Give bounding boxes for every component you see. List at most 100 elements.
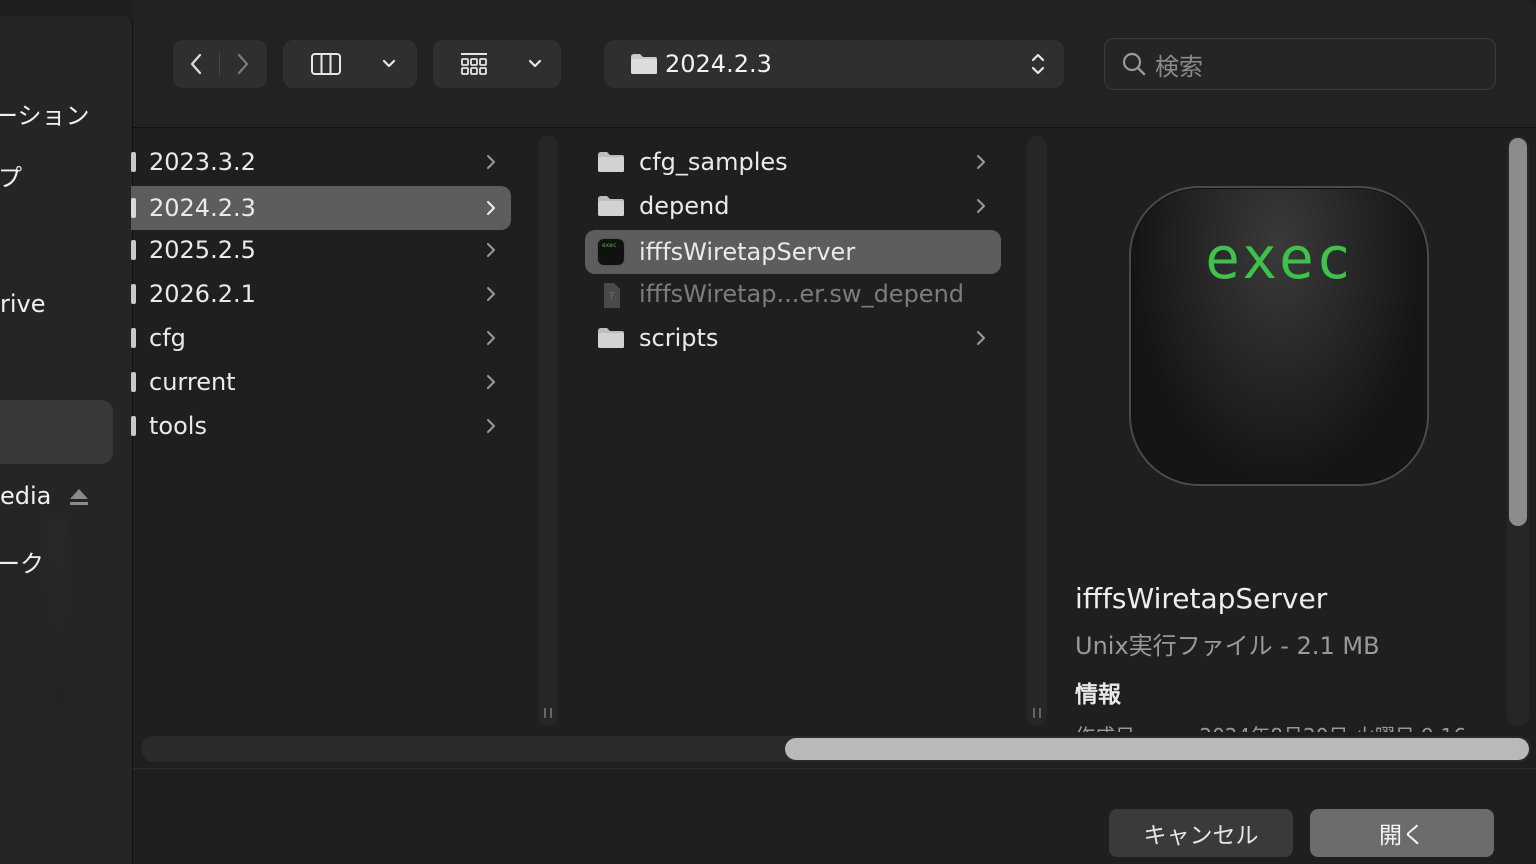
folder-icon — [131, 328, 136, 348]
sidebar-item-media[interactable]: edia — [0, 482, 51, 510]
toolbar: 2024.2.3 検索 — [133, 0, 1536, 128]
scrollbar-thumb[interactable] — [785, 738, 1529, 760]
list-item-folder-selected[interactable]: 2024.2.3 — [131, 186, 511, 230]
item-label: 2023.3.2 — [149, 148, 256, 176]
list-item-folder[interactable]: 2023.3.2 — [131, 140, 511, 184]
current-folder-name: 2024.2.3 — [665, 50, 772, 78]
group-by-button[interactable] — [433, 40, 561, 88]
folder-icon — [131, 284, 136, 304]
column-resize-handle[interactable] — [1027, 136, 1047, 726]
column-view-icon — [311, 53, 341, 75]
preview-file-name: ifffsWiretapServer — [1075, 582, 1328, 615]
nav-button-group — [173, 40, 267, 88]
column-resize-handle[interactable] — [538, 136, 558, 726]
group-toggle[interactable] — [433, 40, 515, 88]
forward-button[interactable] — [220, 40, 266, 88]
dialog-footer: キャンセル 開く — [133, 768, 1536, 864]
sidebar-scroll-shadow — [48, 516, 68, 706]
sidebar-item-drive[interactable]: rive — [0, 290, 46, 318]
preview-created-row: 作成日 2024年8月20日 火曜日 9:16 — [1075, 720, 1495, 732]
created-value: 2024年8月20日 火曜日 9:16 — [1199, 720, 1466, 732]
sidebar-item-selected[interactable] — [0, 400, 113, 464]
exec-preview-icon: exec — [1129, 186, 1429, 486]
folder-icon — [131, 152, 136, 172]
sidebar-item-desktop[interactable]: プ — [0, 158, 22, 193]
list-item-folder[interactable]: tools — [131, 404, 511, 448]
list-item-folder[interactable]: 2026.2.1 — [131, 272, 511, 316]
chevron-right-icon — [237, 53, 249, 75]
sidebar-item-label: edia — [0, 482, 52, 510]
scrollbar-thumb[interactable] — [1509, 138, 1527, 526]
list-item-folder[interactable]: cfg — [131, 316, 511, 360]
list-item-folder[interactable]: 2025.2.5 — [131, 228, 511, 272]
eject-icon[interactable] — [68, 486, 90, 508]
search-field[interactable]: 検索 — [1104, 38, 1496, 90]
grip-icon — [544, 708, 552, 718]
view-menu-dropdown[interactable] — [369, 40, 409, 88]
horizontal-scrollbar[interactable] — [141, 736, 1531, 762]
file-open-dialog: ーション プ rive edia ーク 2024.2.3 検索 2023.3.2… — [0, 0, 1536, 864]
chevron-right-icon — [487, 201, 495, 215]
item-label: tools — [149, 412, 207, 440]
item-label: ifffsWiretapServer — [639, 238, 856, 266]
created-label: 作成日 — [1075, 720, 1193, 732]
search-placeholder: 検索 — [1155, 52, 1203, 81]
folder-icon — [598, 152, 624, 172]
exec-mini-label: exec — [602, 242, 617, 249]
view-mode-button[interactable] — [283, 40, 417, 88]
sidebar-item-label: ーション — [0, 102, 90, 130]
chevron-right-icon — [977, 331, 985, 345]
svg-text:?: ? — [609, 291, 614, 302]
cancel-button[interactable]: キャンセル — [1109, 809, 1293, 857]
search-icon — [1122, 52, 1146, 76]
item-label: cfg_samples — [639, 148, 788, 176]
preview-file-kind: Unix実行ファイル - 2.1 MB — [1075, 632, 1380, 660]
sidebar-item-applications[interactable]: ーション — [0, 96, 90, 131]
folder-icon — [631, 54, 657, 74]
updown-chevron-icon — [1031, 53, 1045, 75]
chevron-down-icon — [382, 59, 396, 68]
column-browser: 2023.3.2 2024.2.3 2025.2.5 2026.2.1 cfg … — [131, 128, 1536, 768]
list-item-folder[interactable]: depend — [585, 184, 1001, 228]
folder-icon — [598, 328, 624, 348]
item-label: 2026.2.1 — [149, 280, 256, 308]
list-item-file-disabled: ? ifffsWiretap...er.sw_depend — [585, 272, 1001, 316]
back-button[interactable] — [173, 40, 219, 88]
item-label: scripts — [639, 324, 719, 352]
open-button[interactable]: 開く — [1310, 809, 1494, 857]
item-label: 2024.2.3 — [149, 194, 256, 222]
group-menu-dropdown[interactable] — [515, 40, 555, 88]
chevron-right-icon — [977, 155, 985, 169]
chevron-down-icon — [528, 59, 542, 68]
chevron-right-icon — [487, 375, 495, 389]
folder-icon — [131, 372, 136, 392]
list-item-folder[interactable]: current — [131, 360, 511, 404]
grid-icon — [461, 53, 487, 75]
exec-file-icon: exec — [597, 238, 625, 266]
list-item-folder[interactable]: cfg_samples — [585, 140, 1001, 184]
item-label: cfg — [149, 324, 186, 352]
item-label: ifffsWiretap...er.sw_depend — [639, 280, 965, 308]
sidebar: ーション プ rive edia ーク — [0, 16, 133, 864]
document-icon: ? — [604, 283, 620, 308]
chevron-right-icon — [487, 243, 495, 257]
preview-vertical-scrollbar[interactable] — [1507, 136, 1529, 726]
sidebar-item-label: ーク — [0, 550, 44, 578]
sidebar-item-label: プ — [0, 164, 22, 192]
chevron-right-icon — [487, 287, 495, 301]
column-view-toggle[interactable] — [283, 40, 369, 88]
exec-label: exec — [1205, 224, 1353, 292]
chevron-right-icon — [487, 155, 495, 169]
preview-info-heading: 情報 — [1075, 682, 1121, 708]
path-popup[interactable]: 2024.2.3 — [604, 40, 1064, 88]
list-item-folder[interactable]: scripts — [585, 316, 1001, 360]
chevron-right-icon — [977, 199, 985, 213]
folder-icon — [131, 198, 136, 218]
folder-icon — [131, 416, 136, 436]
list-item-file-selected[interactable]: exec ifffsWiretapServer — [585, 230, 1001, 274]
item-label: depend — [639, 192, 730, 220]
sidebar-item-network[interactable]: ーク — [0, 544, 44, 579]
chevron-right-icon — [487, 419, 495, 433]
chevron-left-icon — [190, 53, 202, 75]
sidebar-item-label: rive — [0, 290, 46, 318]
